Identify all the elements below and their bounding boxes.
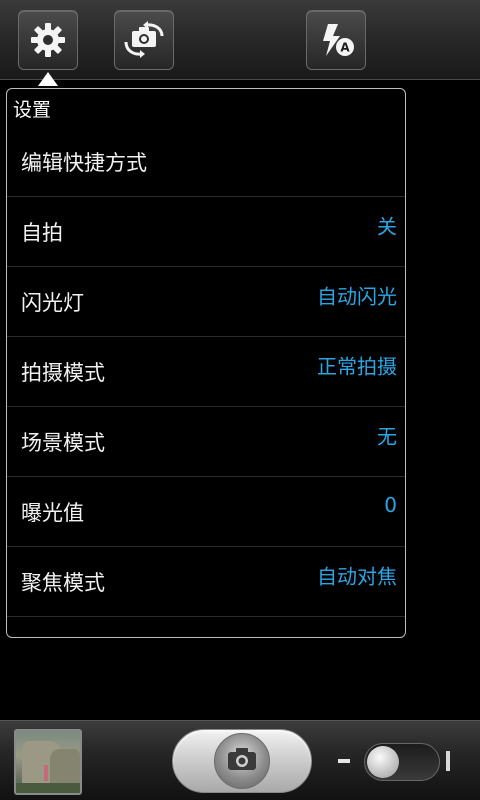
settings-row-label: 闪光灯 [21, 290, 84, 315]
bottom-toolbar [0, 720, 480, 800]
settings-pointer [38, 72, 58, 86]
settings-row-label: 自拍 [21, 220, 63, 245]
last-photo-thumbnail[interactable] [14, 729, 82, 795]
top-toolbar: A [0, 0, 480, 86]
flash-auto-badge: A [340, 41, 350, 55]
settings-panel: 设置 编辑快捷方式 自拍 关 闪光灯 自动闪光 拍摄模式 正常拍摄 场景模式 无… [6, 88, 406, 638]
shutter-button[interactable] [172, 729, 312, 793]
settings-row-value: 正常拍摄 [317, 354, 397, 379]
settings-row-self-timer[interactable]: 自拍 关 [7, 197, 405, 267]
settings-row-value: 自动对焦 [317, 564, 397, 589]
camera-video-toggle[interactable] [364, 743, 440, 781]
settings-row-flash[interactable]: 闪光灯 自动闪光 [7, 267, 405, 337]
settings-row-label: 场景模式 [21, 430, 105, 455]
switch-camera-button[interactable] [114, 10, 174, 70]
settings-row-exposure[interactable]: 曝光值 0 [7, 477, 405, 547]
camera-icon [227, 747, 257, 775]
settings-row-value: 自动闪光 [317, 284, 397, 309]
video-mode-indicator [446, 751, 460, 771]
settings-row-edit-shortcuts[interactable]: 编辑快捷方式 [7, 127, 405, 197]
settings-row-value: 无 [377, 424, 397, 449]
shutter-inner [214, 733, 270, 789]
settings-row-label: 曝光值 [21, 500, 84, 525]
flash-mode-button[interactable]: A [306, 10, 366, 70]
settings-row-label: 拍摄模式 [21, 360, 105, 385]
toggle-knob[interactable] [367, 746, 399, 778]
flash-auto-icon: A [314, 20, 358, 60]
settings-row-focus-mode[interactable]: 聚焦模式 自动对焦 [7, 547, 405, 617]
settings-row-scene-mode[interactable]: 场景模式 无 [7, 407, 405, 477]
settings-row-shooting-mode[interactable]: 拍摄模式 正常拍摄 [7, 337, 405, 407]
settings-row-label: 编辑快捷方式 [21, 150, 147, 175]
camera-switch-icon [120, 20, 168, 60]
settings-button[interactable] [18, 10, 78, 70]
gear-icon [28, 20, 68, 60]
photo-mode-indicator [338, 759, 350, 763]
settings-row-value: 关 [377, 214, 397, 239]
settings-row-value: 0 [384, 493, 397, 517]
settings-panel-title: 设置 [13, 99, 52, 121]
settings-row-label: 聚焦模式 [21, 570, 105, 595]
thumbnail-figure [44, 765, 48, 781]
thumbnail-ground [16, 783, 80, 793]
